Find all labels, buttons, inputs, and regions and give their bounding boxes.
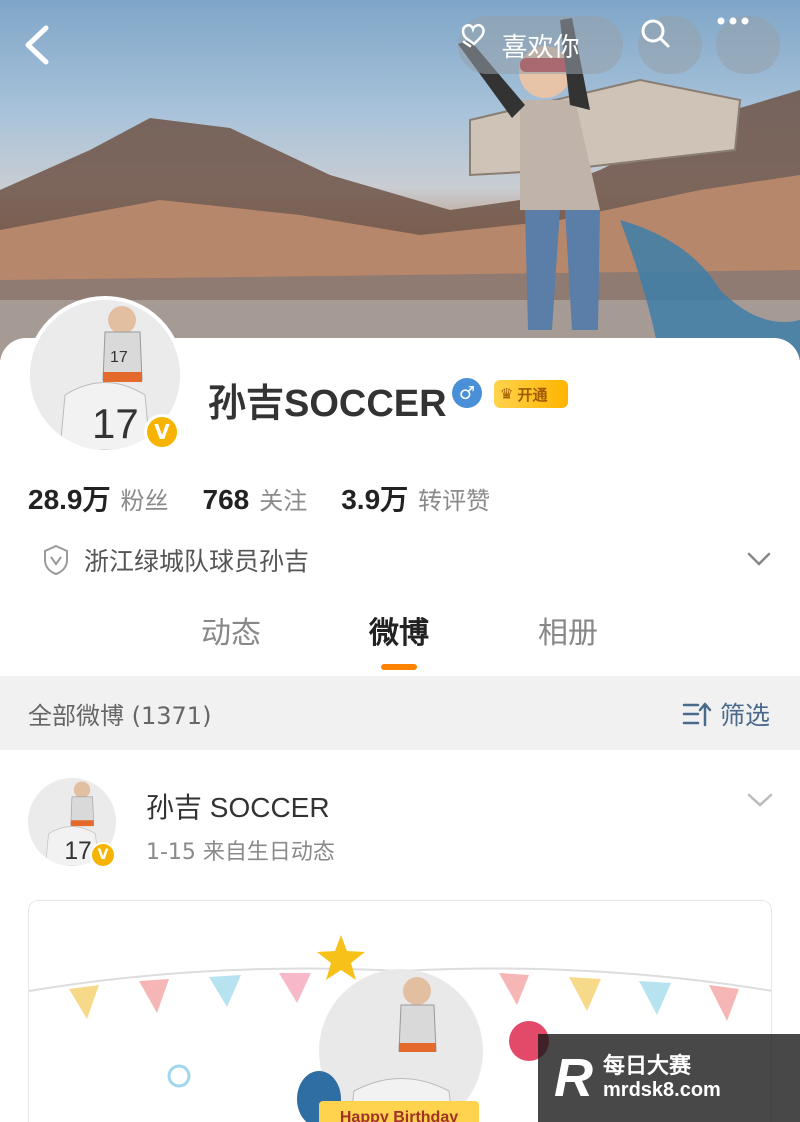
vip-label: 开通 [517, 385, 548, 404]
followers-count[interactable]: 28.9万 [28, 478, 111, 518]
engagement-count[interactable]: 3.9万 [341, 478, 408, 518]
svg-text:17: 17 [110, 349, 128, 366]
vip-badge[interactable]: ♛ 开通 [494, 380, 568, 408]
profile-username: 孙吉SOCCER [208, 383, 447, 425]
filter-icon [682, 702, 712, 727]
filter-label: 筛选 [719, 701, 770, 730]
post-author-name[interactable]: 孙吉 SOCCER [146, 786, 330, 826]
following-label[interactable]: 关注 [259, 481, 307, 516]
more-button[interactable] [716, 16, 780, 74]
engagement-label[interactable]: 转评赞 [418, 481, 490, 516]
tab-album[interactable]: 相册 [538, 608, 598, 652]
like-label: 喜欢你 [501, 32, 580, 63]
like-button[interactable]: 喜欢你 [458, 16, 623, 74]
feed-filter-bar: 全部微博 (1371) 筛选 [0, 676, 800, 750]
bio-row[interactable]: 浙江绿城队球员孙吉 [42, 538, 782, 582]
post-meta: 1-15 来自生日动态 [146, 840, 335, 865]
back-arrow-icon [25, 25, 49, 65]
watermark-logo: R [554, 1048, 593, 1108]
post-chevron-down-icon[interactable] [746, 790, 774, 810]
filter-button[interactable]: 筛选 [682, 696, 770, 732]
following-count[interactable]: 768 [203, 484, 250, 516]
tab-dynamic[interactable]: 动态 [201, 608, 261, 652]
feed-title: 全部微博 (1371) [28, 701, 212, 730]
male-icon: ♂ [452, 378, 482, 408]
shield-icon [44, 544, 68, 576]
bio-text: 浙江绿城队球员孙吉 [84, 547, 310, 576]
heart-hand-icon [461, 23, 485, 48]
search-icon [641, 19, 670, 48]
watermark: R 每日大赛 mrdsk8.com [538, 1034, 800, 1122]
birthday-banner: Happy Birthday [319, 1101, 479, 1122]
svg-text:17: 17 [64, 838, 91, 865]
active-tab-indicator [381, 664, 417, 670]
svg-text:17: 17 [92, 400, 139, 447]
crown-icon: ♛ [500, 385, 514, 403]
tab-weibo[interactable]: 微博 [369, 608, 429, 652]
profile-stats: 28.9万 粉丝 768 关注 3.9万 转评赞 [28, 478, 524, 518]
watermark-line2: mrdsk8.com [603, 1079, 721, 1102]
post-verified-badge: V [90, 842, 116, 868]
followers-label[interactable]: 粉丝 [121, 481, 169, 516]
verified-badge: V [144, 414, 180, 450]
more-dots-icon [717, 17, 749, 25]
back-button[interactable] [18, 22, 58, 68]
search-button[interactable] [638, 16, 702, 74]
chevron-down-icon[interactable] [746, 546, 772, 572]
watermark-line1: 每日大赛 [603, 1053, 692, 1079]
